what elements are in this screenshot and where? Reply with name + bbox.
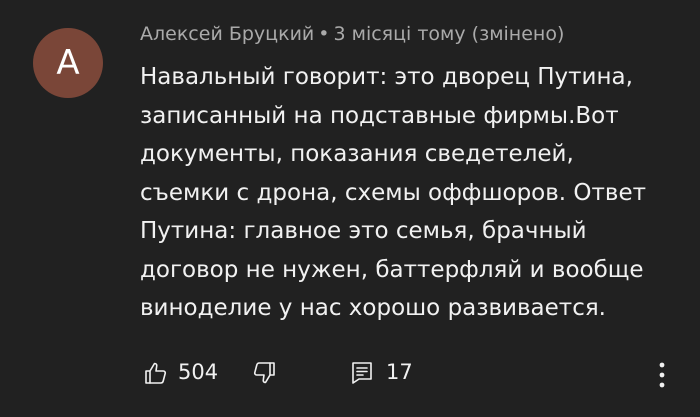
comment-icon[interactable] <box>350 361 374 385</box>
comment-line: договор не нужен, баттерфляй и вообще <box>140 256 644 283</box>
thumb-up-icon[interactable] <box>144 361 168 385</box>
comment-actions: 504 17 <box>140 356 680 392</box>
author-name[interactable]: Алексей Бруцкий <box>140 23 314 45</box>
comment-line: виноделие у нас хорошо развивается. <box>140 295 606 321</box>
comment-line: съемки с дрона, схемы оффшоров. Ответ <box>140 179 647 206</box>
more-vertical-icon[interactable] <box>658 362 666 388</box>
comment-text: Навальный говорит: это дворец Путина, за… <box>140 58 660 328</box>
comment-line: Путина: главное это семья, брачный <box>140 218 587 244</box>
meta-separator: • <box>318 23 330 45</box>
comment-line: документы, показания сведетелей, <box>140 141 574 167</box>
comment-line: Навальный говорит: это дворец Путина, <box>140 64 633 90</box>
like-count: 504 <box>178 360 219 384</box>
comment-line: записанный на подставные фирмы.Вот <box>140 102 619 129</box>
thumb-down-icon[interactable] <box>252 361 276 385</box>
reply-count: 17 <box>386 360 413 384</box>
comment-header: Алексей Бруцкий • 3 місяці тому (змінено) <box>140 23 564 45</box>
comment-timestamp: 3 місяці тому (змінено) <box>333 23 565 45</box>
avatar[interactable]: A <box>33 28 103 98</box>
